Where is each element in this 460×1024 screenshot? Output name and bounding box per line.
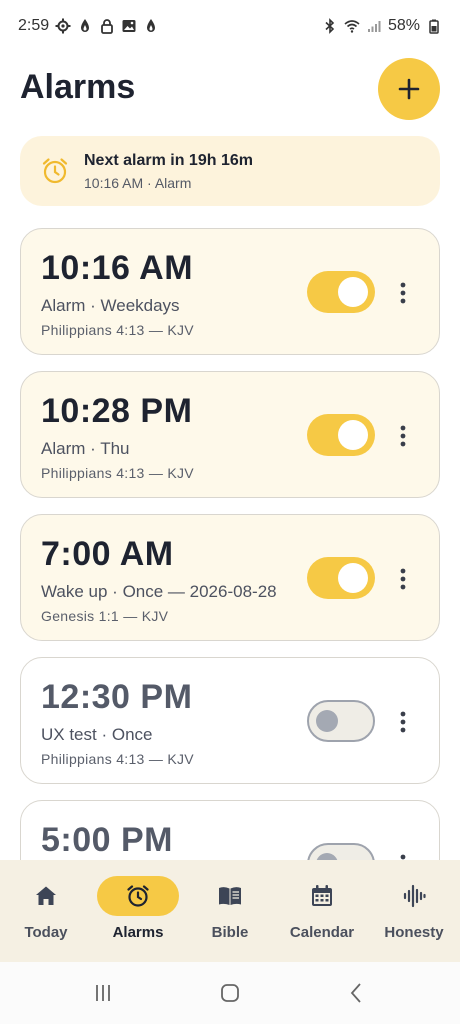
signal-icon bbox=[366, 18, 382, 34]
home-icon bbox=[36, 886, 56, 905]
status-bar: 2:59 58% bbox=[0, 0, 460, 52]
nav-item-honesty[interactable]: Honesty bbox=[368, 860, 460, 962]
header: Alarms bbox=[0, 56, 460, 122]
book-icon bbox=[219, 887, 241, 905]
status-right: 58% bbox=[322, 17, 442, 35]
nav-label: Alarms bbox=[112, 924, 164, 941]
next-alarm-banner[interactable]: Next alarm in 19h 16m 10:16 AM · Alarm bbox=[20, 136, 440, 206]
alarm-toggle[interactable] bbox=[307, 557, 375, 599]
nav-icon-wrap bbox=[281, 876, 363, 916]
toggle-knob bbox=[338, 277, 368, 307]
alarm-card[interactable]: 10:16 AM Alarm · Weekdays Philippians 4:… bbox=[20, 228, 440, 355]
more-vertical-icon bbox=[400, 425, 406, 447]
alarm-card[interactable]: 10:28 PM Alarm · Thu Philippians 4:13 — … bbox=[20, 371, 440, 498]
recent-apps-icon[interactable] bbox=[91, 981, 115, 1005]
status-time: 2:59 bbox=[18, 17, 50, 34]
flame-icon bbox=[143, 18, 159, 34]
alarm-verse: Genesis 1:1 — KJV bbox=[41, 608, 169, 624]
battery-icon bbox=[426, 18, 442, 34]
calendar-icon bbox=[312, 885, 332, 906]
toggle-knob bbox=[316, 853, 338, 860]
alarm-clock-icon bbox=[42, 158, 68, 184]
alarm-list[interactable]: 10:16 AM Alarm · Weekdays Philippians 4:… bbox=[20, 228, 440, 860]
next-alarm-title: Next alarm in 19h 16m bbox=[84, 151, 253, 169]
bottom-nav: Today Alarms Bible Calendar Honesty bbox=[0, 860, 460, 962]
more-vertical-icon bbox=[400, 711, 406, 733]
alarm-card[interactable]: 5:00 PM bbox=[20, 800, 440, 860]
alarm-verse: Philippians 4:13 — KJV bbox=[41, 465, 194, 481]
alarm-verse: Philippians 4:13 — KJV bbox=[41, 751, 194, 767]
toggle-knob bbox=[338, 420, 368, 450]
more-options-button[interactable] bbox=[387, 420, 419, 452]
alarm-toggle[interactable] bbox=[307, 271, 375, 313]
nav-label: Bible bbox=[211, 924, 249, 941]
alarm-card[interactable]: 12:30 PM UX test · Once Philippians 4:13… bbox=[20, 657, 440, 784]
alarm-clock-icon bbox=[127, 885, 149, 907]
battery-percent: 58% bbox=[387, 17, 420, 34]
nav-icon-wrap bbox=[97, 876, 179, 916]
home-button-icon[interactable] bbox=[218, 981, 242, 1005]
nav-item-calendar[interactable]: Calendar bbox=[276, 860, 368, 962]
page-title: Alarms bbox=[20, 68, 136, 106]
more-vertical-icon bbox=[400, 568, 406, 590]
more-vertical-icon bbox=[400, 854, 406, 860]
alarm-verse: Philippians 4:13 — KJV bbox=[41, 322, 194, 338]
nav-item-alarms[interactable]: Alarms bbox=[92, 860, 184, 962]
more-vertical-icon bbox=[400, 282, 406, 304]
nav-icon-wrap bbox=[189, 876, 271, 916]
more-options-button[interactable] bbox=[387, 706, 419, 738]
waveform-icon bbox=[403, 884, 426, 908]
alarm-toggle[interactable] bbox=[307, 414, 375, 456]
lock-icon bbox=[99, 18, 115, 34]
more-options-button[interactable] bbox=[387, 849, 419, 860]
status-left: 2:59 bbox=[18, 17, 159, 35]
add-alarm-button[interactable] bbox=[378, 58, 440, 120]
wifi-icon bbox=[344, 18, 360, 34]
system-nav-bar bbox=[0, 962, 460, 1024]
alarm-toggle[interactable] bbox=[307, 843, 375, 860]
toggle-knob bbox=[316, 710, 338, 732]
image-icon bbox=[121, 18, 137, 34]
back-icon[interactable] bbox=[345, 981, 369, 1005]
toggle-knob bbox=[338, 563, 368, 593]
next-alarm-subtitle: 10:16 AM · Alarm bbox=[84, 174, 192, 191]
next-alarm-text: Next alarm in 19h 16m 10:16 AM · Alarm bbox=[84, 152, 253, 191]
more-options-button[interactable] bbox=[387, 277, 419, 309]
alarm-toggle[interactable] bbox=[307, 700, 375, 742]
nav-item-today[interactable]: Today bbox=[0, 860, 92, 962]
nav-label: Today bbox=[24, 924, 68, 941]
nav-icon-wrap bbox=[5, 876, 87, 916]
nav-label: Calendar bbox=[289, 924, 355, 941]
more-options-button[interactable] bbox=[387, 563, 419, 595]
nav-icon-wrap bbox=[373, 876, 455, 916]
alarm-card[interactable]: 7:00 AM Wake up · Once — 2026-08-28 Gene… bbox=[20, 514, 440, 641]
plus-icon bbox=[398, 78, 420, 100]
nav-item-bible[interactable]: Bible bbox=[184, 860, 276, 962]
bluetooth-icon bbox=[322, 18, 338, 34]
settings-icon bbox=[55, 18, 71, 34]
nav-label: Honesty bbox=[384, 924, 444, 941]
flame-icon bbox=[77, 18, 93, 34]
